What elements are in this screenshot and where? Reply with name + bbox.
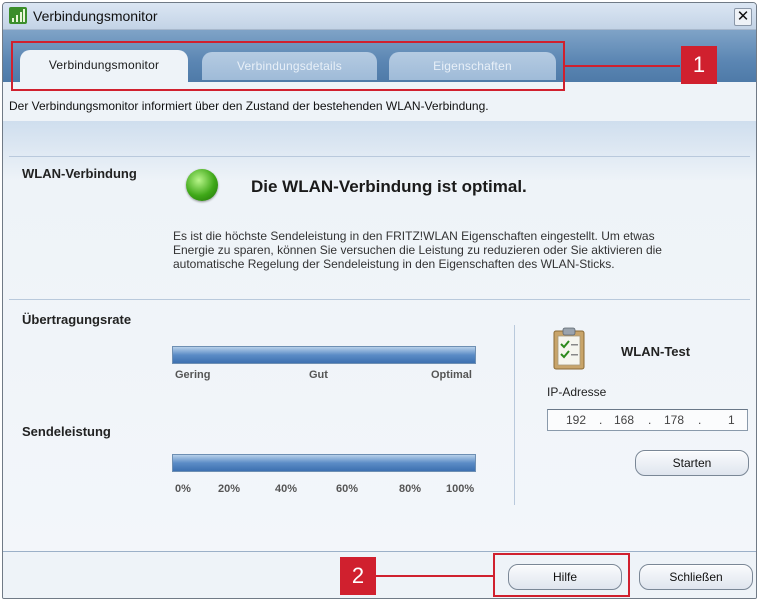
wlan-test-title: WLAN-Test (621, 344, 691, 359)
transfer-rate-label: Übertragungsrate (22, 312, 132, 327)
transmit-power-label: Sendeleistung (22, 424, 111, 439)
description-line: Es ist die höchste Sendeleistung in den … (173, 229, 655, 243)
rate-scale-label: Optimal (431, 369, 472, 381)
ip-octet[interactable]: 168 (614, 410, 634, 430)
close-icon[interactable]: ✕ (734, 8, 752, 26)
ip-dot: . (648, 413, 652, 427)
info-text: Der Verbindungsmonitor informiert über d… (9, 99, 489, 113)
ip-octet[interactable]: 178 (664, 410, 684, 430)
transmit-power-bar-fill (173, 455, 475, 471)
ip-dot: . (698, 413, 702, 427)
power-scale-label: 20% (218, 483, 241, 495)
transfer-rate-bar (172, 346, 476, 364)
power-scale-label: 80% (399, 483, 422, 495)
callout-box-help (493, 553, 630, 597)
rate-scale-label: Gering (175, 369, 211, 381)
callout-number-1: 1 (681, 46, 717, 84)
ip-octet[interactable]: 1 (728, 410, 735, 430)
status-indicator-icon (186, 169, 218, 201)
clipboard-check-icon[interactable] (552, 325, 588, 371)
wlan-connection-label: WLAN-Verbindung (22, 166, 137, 181)
rate-scale-label: Gut (309, 369, 328, 381)
divider (9, 299, 750, 300)
callout-number-2: 2 (340, 557, 376, 595)
ip-octet[interactable]: 192 (566, 410, 586, 430)
callout-box-tabs (11, 41, 565, 91)
title-bar: Verbindungsmonitor ✕ (3, 3, 756, 30)
status-description: Es ist die höchste Sendeleistung in den … (173, 229, 713, 271)
power-scale-label: 60% (336, 483, 359, 495)
ip-address-label: IP-Adresse (547, 385, 607, 399)
app-signal-icon (9, 7, 27, 24)
vertical-divider (514, 325, 515, 505)
power-scale-label: 40% (275, 483, 298, 495)
ip-dot: . (599, 413, 603, 427)
connection-status-text: Die WLAN-Verbindung ist optimal. (251, 177, 527, 196)
close-button[interactable]: Schließen (639, 564, 753, 590)
callout-line (376, 575, 493, 577)
connection-monitor-window: Verbindungsmonitor ✕ Verbindungsmonitor … (2, 2, 757, 599)
power-scale-label: 100% (446, 483, 475, 495)
window-title: Verbindungsmonitor (33, 8, 158, 24)
description-line: automatische Regelung der Sendeleistung … (173, 257, 615, 271)
description-line: Energie zu sparen, können Sie versuchen … (173, 243, 662, 257)
transfer-rate-bar-fill (173, 347, 475, 363)
transmit-power-bar (172, 454, 476, 472)
ip-address-field[interactable]: 192 . 168 . 178 . 1 (547, 409, 748, 431)
start-button[interactable]: Starten (635, 450, 749, 476)
callout-line (565, 65, 680, 67)
power-scale-label: 0% (175, 483, 191, 495)
divider (9, 156, 750, 157)
